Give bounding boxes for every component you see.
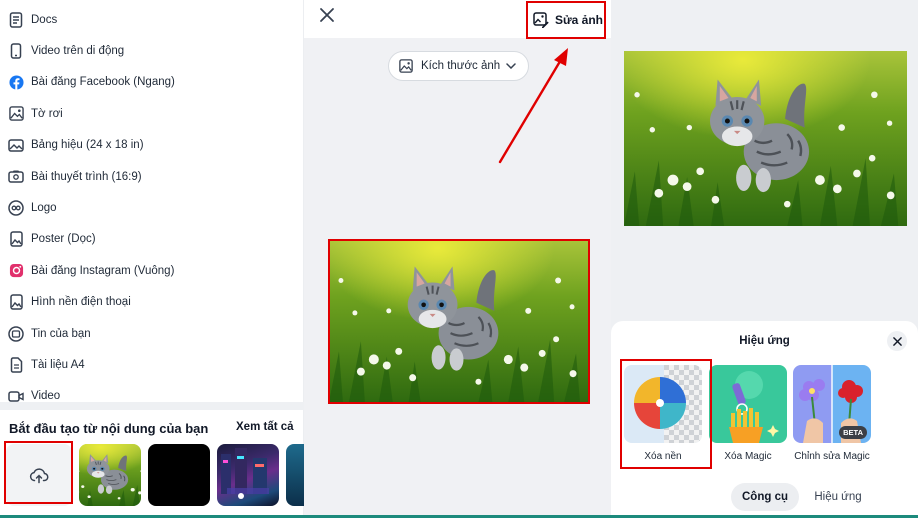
kitten-photo-thumbnail[interactable]	[79, 444, 141, 506]
sheet-tabs: Công cụ Hiệu ứng	[611, 483, 918, 511]
image-icon	[399, 59, 413, 73]
facebook-icon	[8, 74, 24, 90]
image-icon	[8, 106, 24, 122]
magic-edit-thumbnail: BETA	[793, 365, 871, 443]
tab-effects[interactable]: Hiệu ứng	[805, 483, 871, 511]
image-icon	[8, 231, 24, 248]
instagram-icon	[8, 263, 24, 279]
kitten-photo	[79, 444, 141, 506]
menu-item-label: Bài thuyết trình (16:9)	[31, 170, 142, 183]
edit-photo-label: Sửa ảnh	[554, 13, 604, 27]
effects-sheet-title: Hiệu ứng	[739, 335, 790, 347]
remove-background-thumbnail	[624, 365, 702, 443]
tab-tools[interactable]: Công cụ	[731, 483, 799, 511]
fries-icon	[729, 371, 779, 443]
neon-city-thumbnail[interactable]	[217, 444, 279, 506]
kitten-preview-image	[624, 51, 907, 226]
effect-label: Xóa Magic	[724, 451, 772, 462]
kitten-canvas-image[interactable]	[329, 240, 588, 402]
doc-icon	[8, 357, 24, 373]
menu-item-facebook-post[interactable]: Bài đăng Facebook (Ngang)	[0, 67, 304, 98]
menu-item-label: Bài đăng Instagram (Vuông)	[31, 264, 175, 277]
presentation-icon	[8, 169, 24, 185]
see-all-link[interactable]: Xem tất cả	[236, 421, 294, 433]
effects-bottom-sheet: Hiệu ứng Xóa nền Xóa Magic BETA Chỉnh sử…	[611, 321, 918, 518]
design-type-menu: Docs Video trên di động Bài đăng Faceboo…	[0, 4, 304, 412]
close-icon	[892, 336, 902, 346]
menu-item-poster[interactable]: Poster (Dọc)	[0, 224, 304, 255]
menu-item-a4-document[interactable]: Tài liệu A4	[0, 349, 304, 380]
menu-item-flyer[interactable]: Tờ rơi	[0, 98, 304, 129]
media-thumbnail-partial[interactable]	[286, 444, 304, 506]
menu-item-your-story[interactable]: Tin của bạn	[0, 318, 304, 349]
edit-photo-button[interactable]: Sửa ảnh	[528, 2, 608, 38]
annotation-arrow-icon	[498, 48, 568, 164]
image-icon	[8, 294, 24, 310]
menu-item-phone-wallpaper[interactable]: Hình nền điện thoại	[0, 287, 304, 318]
phone-icon	[8, 43, 24, 59]
menu-item-docs[interactable]: Docs	[0, 4, 304, 35]
menu-item-label: Bài đăng Facebook (Ngang)	[31, 76, 175, 89]
section-divider	[0, 402, 304, 410]
menu-item-sign[interactable]: Bảng hiệu (24 x 18 in)	[0, 130, 304, 161]
image-icon	[8, 137, 24, 153]
story-icon	[8, 325, 24, 342]
beach-ball-icon	[624, 365, 702, 443]
doc-icon	[8, 11, 24, 28]
menu-item-presentation[interactable]: Bài thuyết trình (16:9)	[0, 161, 304, 192]
editor-top-bar: Sửa ảnh	[304, 0, 611, 39]
effect-label: Chỉnh sửa Magic	[794, 451, 870, 462]
close-icon[interactable]	[318, 6, 336, 24]
menu-item-label: Video trên di động	[31, 45, 125, 58]
menu-item-label: Hình nền điện thoại	[31, 296, 131, 309]
start-from-content-title: Bắt đầu tạo từ nội dung của bạn	[9, 421, 209, 436]
effect-remove-background[interactable]: Xóa nền	[624, 365, 702, 462]
edit-image-icon	[533, 12, 549, 28]
magic-eraser-thumbnail	[709, 365, 787, 443]
black-media-thumbnail[interactable]	[148, 444, 210, 506]
effects-panel: Hiệu ứng Xóa nền Xóa Magic BETA Chỉnh sử…	[611, 0, 918, 518]
logo-icon	[8, 200, 24, 216]
neon-city-image	[221, 448, 269, 499]
menu-item-instagram-post[interactable]: Bài đăng Instagram (Vuông)	[0, 255, 304, 286]
effect-magic-eraser[interactable]: Xóa Magic	[709, 365, 787, 462]
create-design-panel: Docs Video trên di động Bài đăng Faceboo…	[0, 0, 304, 518]
photo-editor-panel: Sửa ảnh Kích thước ảnh	[304, 0, 611, 518]
menu-item-mobile-video[interactable]: Video trên di động	[0, 35, 304, 66]
menu-item-label: Video	[31, 390, 61, 403]
menu-item-label: Tin của bạn	[31, 327, 91, 340]
close-sheet-button[interactable]	[887, 331, 907, 351]
upload-cloud-icon	[29, 468, 49, 484]
menu-item-logo[interactable]: Logo	[0, 192, 304, 223]
menu-item-label: Bảng hiệu (24 x 18 in)	[31, 139, 144, 152]
menu-item-label: Tờ rơi	[31, 107, 63, 120]
upload-button[interactable]	[6, 444, 72, 506]
menu-item-label: Tài liệu A4	[31, 358, 85, 371]
screenshot-root: Docs Video trên di động Bài đăng Faceboo…	[0, 0, 918, 518]
effect-magic-edit[interactable]: BETA Chỉnh sửa Magic	[793, 365, 871, 462]
beta-badge: BETA	[839, 426, 867, 439]
menu-item-label: Logo	[31, 202, 57, 215]
menu-item-label: Poster (Dọc)	[31, 233, 96, 246]
menu-item-label: Docs	[31, 13, 58, 26]
effect-label: Xóa nền	[644, 451, 682, 462]
recent-content-row	[6, 444, 304, 506]
